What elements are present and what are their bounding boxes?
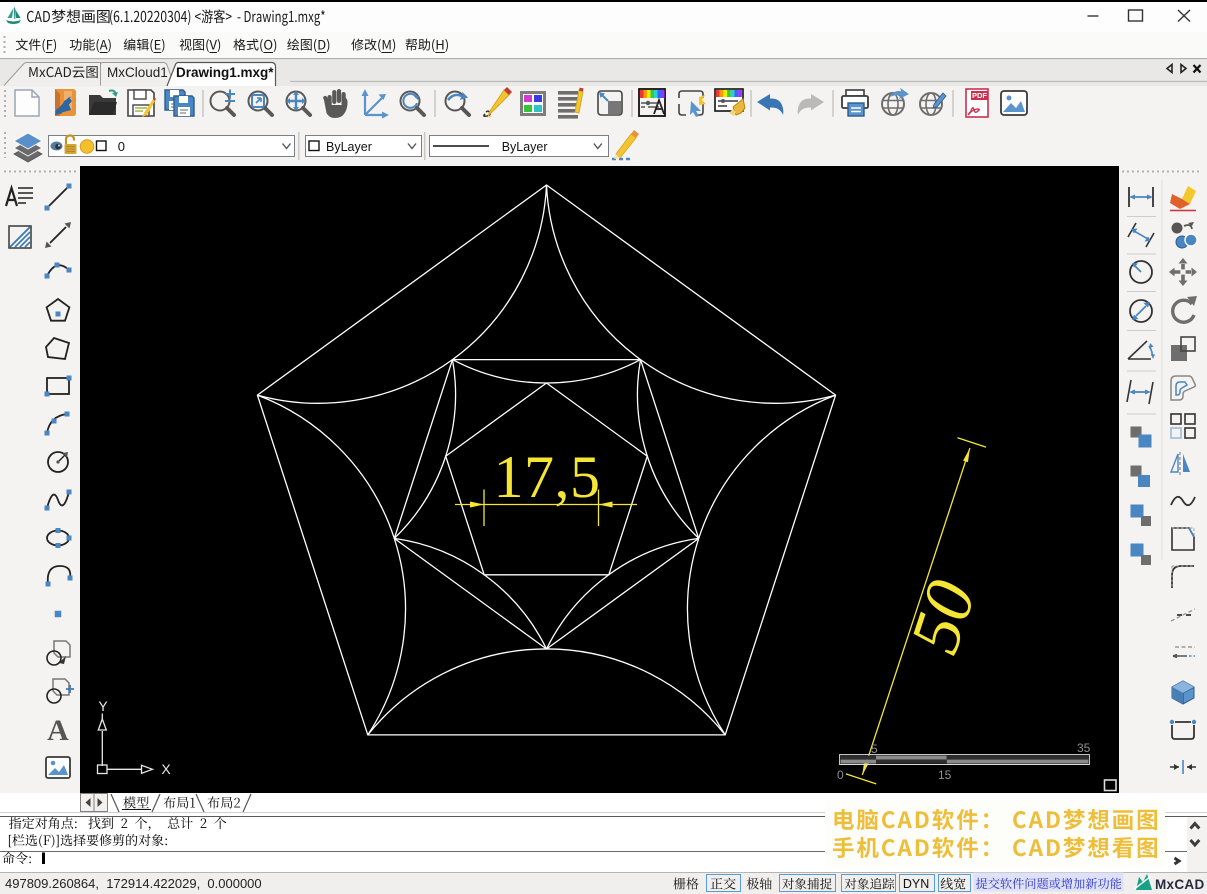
svg-text:5: 5 [871,742,878,756]
svg-text:MxCloud1: MxCloud1 [107,65,168,80]
svg-text:A: A [47,714,69,747]
svg-text:35: 35 [1077,741,1091,755]
svg-text:X: X [161,761,171,777]
svg-text:PDF: PDF [972,91,987,100]
svg-text:17,5: 17,5 [494,444,601,510]
svg-text:50: 50 [896,572,991,663]
svg-text:0: 0 [837,768,844,782]
svg-text:Drawing1.mxg*: Drawing1.mxg* [176,65,274,80]
svg-text:Y: Y [98,698,108,714]
svg-text:15: 15 [938,768,952,782]
